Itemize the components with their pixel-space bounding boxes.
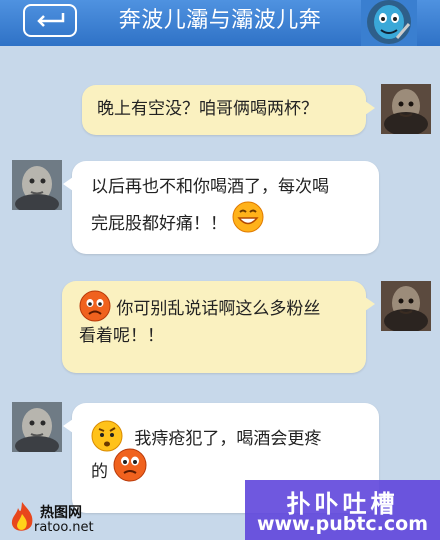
message-bubble-outgoing[interactable]: 你可别乱说话啊这么多粉丝 看着呢！！	[62, 281, 375, 373]
sender-avatar-icon[interactable]	[381, 84, 431, 134]
sender-avatar-icon[interactable]	[381, 281, 431, 331]
message-text: 的	[91, 462, 108, 482]
watermark-url: www.pubtc.com	[256, 513, 429, 535]
message-bubble-incoming[interactable]: 以后再也不和你喝酒了，每次喝 完屁股都好痛！！	[63, 161, 379, 254]
message-text: 完屁股都好痛！！	[91, 214, 227, 234]
message-text: 我痔疮犯了，喝酒会更疼	[134, 429, 322, 449]
message-text-line: 完屁股都好痛！！	[91, 201, 379, 243]
message-text: 你可别乱说话啊这么多粉丝	[116, 299, 321, 319]
contact-avatar-icon[interactable]	[361, 0, 417, 46]
contact-avatar-icon[interactable]	[12, 402, 62, 452]
flame-logo-icon	[11, 502, 33, 531]
contact-avatar-icon[interactable]	[12, 160, 62, 210]
message-text: 晚上有空没？咱哥俩喝两杯？	[97, 99, 318, 119]
watermark-url: ratoo.net	[34, 520, 94, 535]
laughing-face-icon	[232, 201, 264, 233]
sad-face-icon	[113, 448, 147, 482]
watermark-pubtc: 扑卟吐槽 www.pubtc.com	[245, 480, 440, 540]
watermark-text: 热图网	[40, 505, 82, 521]
message-bubble-outgoing[interactable]: 晚上有空没？咱哥俩喝两杯？	[82, 85, 375, 135]
watermark-ratoo: 热图网 ratoo.net	[6, 498, 106, 538]
title-bar: 奔波儿灞与灞波儿奔	[0, 0, 440, 46]
